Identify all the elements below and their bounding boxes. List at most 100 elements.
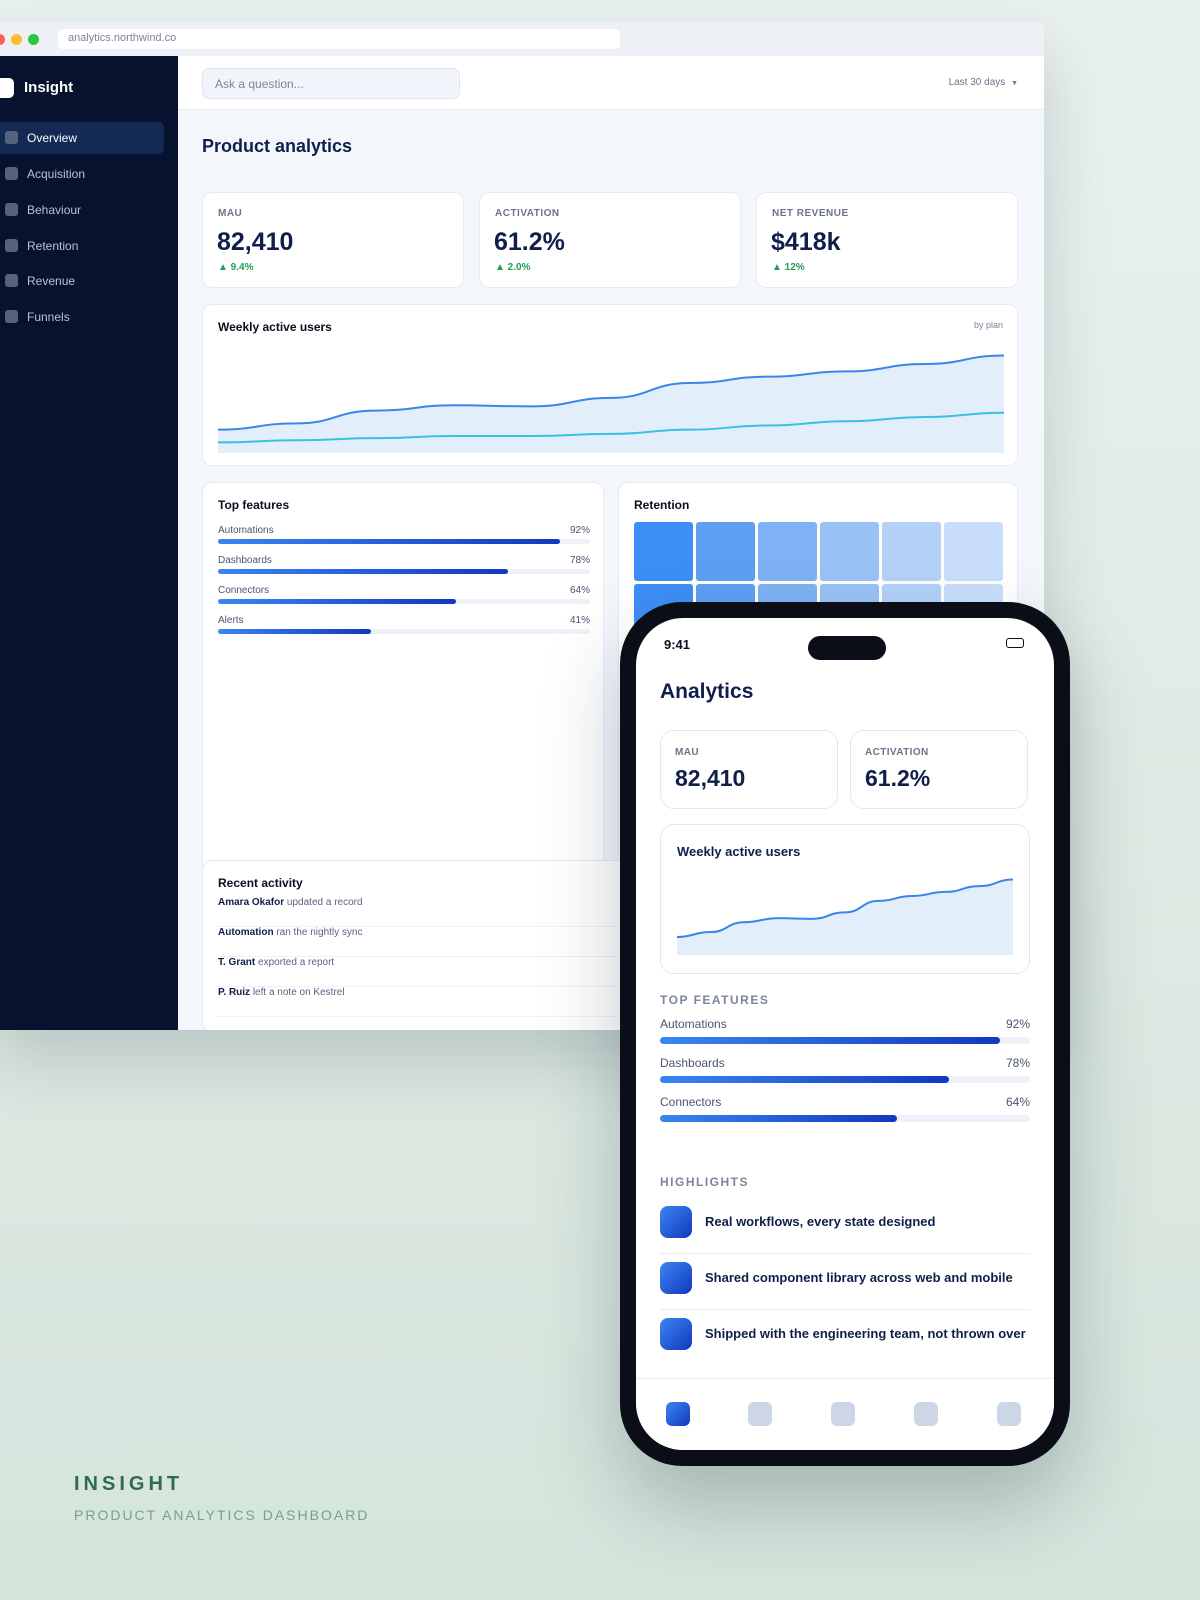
- feature-name: Dashboards: [660, 1056, 725, 1070]
- feature-bar-track: [218, 539, 590, 544]
- card-title: Retention: [634, 498, 690, 512]
- feature-bar-fill: [660, 1115, 897, 1122]
- home-tab-icon[interactable]: [666, 1402, 690, 1426]
- highlight-icon: [660, 1318, 692, 1350]
- tab-3-icon[interactable]: [831, 1402, 855, 1426]
- acquisition-icon: [5, 167, 18, 180]
- phone-title: Analytics: [660, 680, 754, 703]
- feature-bar-fill: [218, 629, 371, 634]
- wau-chart: [218, 354, 1004, 453]
- feature-bar-fill: [660, 1076, 949, 1083]
- card-title: Recent activity: [218, 876, 303, 890]
- feature-bar-track: [660, 1076, 1030, 1083]
- phone-feature-row-dashboards: Dashboards 78%: [660, 1056, 1030, 1084]
- feature-name: Automations: [660, 1017, 727, 1031]
- chart-note: by plan: [973, 320, 1003, 330]
- activity-action: left a note on Kestrel: [252, 987, 345, 998]
- brand-name: Insight: [24, 79, 74, 96]
- activity-row[interactable]: T. Grant exported a report: [218, 957, 618, 987]
- sidebar-item-overview[interactable]: Overview: [0, 122, 164, 154]
- feature-bar-track: [660, 1115, 1030, 1122]
- tab-4-icon[interactable]: [914, 1402, 938, 1426]
- activity-action: exported a report: [258, 957, 335, 968]
- phone-kpi-card-activation: ACTIVATION 61.2%: [850, 730, 1028, 809]
- funnels-icon: [5, 310, 18, 323]
- retention-cell: [882, 522, 941, 581]
- minimize-window-button[interactable]: [11, 34, 22, 45]
- highlight-icon: [660, 1206, 692, 1238]
- feature-bar-fill: [660, 1037, 1001, 1044]
- kpi-value: 82,410: [675, 765, 746, 791]
- kpi-label: ACTIVATION: [865, 747, 929, 758]
- activity-row[interactable]: Automation ran the nightly sync: [218, 927, 618, 957]
- phone-feature-row-connectors: Connectors 64%: [660, 1095, 1030, 1123]
- retention-cell: [634, 522, 693, 581]
- feature-bar-fill: [218, 599, 457, 604]
- phone-kpi-card-mau: MAU 82,410: [660, 730, 838, 809]
- activity-row[interactable]: P. Ruiz left a note on Kestrel: [218, 987, 618, 1017]
- highlight-item[interactable]: Shared component library across web and …: [660, 1254, 1030, 1310]
- url-bar[interactable]: analytics.northwind.co: [58, 29, 620, 49]
- kpi-value: $418k: [771, 228, 841, 256]
- kpi-value: 82,410: [217, 228, 294, 256]
- tab-5-icon[interactable]: [997, 1402, 1021, 1426]
- kpi-card-mau: MAU 82,410 ▲ 9.4%: [202, 192, 464, 288]
- highlight-text: Shared component library across web and …: [705, 1270, 1013, 1285]
- activity-action: ran the nightly sync: [276, 927, 363, 938]
- retention-cell: [944, 522, 1003, 581]
- retention-cell: [696, 522, 755, 581]
- battery-icon: [1006, 638, 1024, 648]
- phone-chart-card: Weekly active users: [660, 824, 1030, 974]
- kpi-delta: ▲ 2.0%: [495, 262, 531, 273]
- feature-pct: 78%: [1005, 1056, 1030, 1070]
- browser-chrome: analytics.northwind.co: [0, 22, 1044, 56]
- revenue-icon: [5, 274, 18, 287]
- kpi-card-activation: ACTIVATION 61.2% ▲ 2.0%: [479, 192, 741, 288]
- feature-row-dashboards: Dashboards 78%: [218, 555, 590, 581]
- activity-actor: P. Ruiz: [218, 987, 251, 998]
- highlight-item[interactable]: Real workflows, every state designed: [660, 1198, 1030, 1254]
- kpi-label: MAU: [218, 208, 243, 219]
- feature-name: Automations: [218, 525, 274, 536]
- phone-screen: 9:41 Analytics MAU 82,410 ACTIVATION 61.…: [636, 618, 1054, 1450]
- activity-actor: T. Grant: [218, 957, 256, 968]
- feature-pct: 41%: [569, 615, 590, 626]
- activity-actor: Automation: [218, 927, 274, 938]
- area-fill: [677, 879, 1013, 955]
- feature-pct: 92%: [1005, 1017, 1030, 1031]
- date-range-select[interactable]: Last 30 days ▼: [949, 77, 1018, 88]
- maximize-window-button[interactable]: [28, 34, 39, 45]
- tab-bar: [636, 1378, 1054, 1450]
- feature-name: Connectors: [218, 585, 270, 596]
- highlight-item[interactable]: Shipped with the engineering team, not t…: [660, 1310, 1030, 1366]
- close-window-button[interactable]: [0, 34, 5, 45]
- sidebar-item-acquisition[interactable]: Acquisition: [0, 158, 164, 190]
- status-time: 9:41: [664, 637, 691, 652]
- kpi-value: 61.2%: [865, 765, 931, 791]
- sidebar-item-label: Funnels: [27, 310, 70, 324]
- feature-row-connectors: Connectors 64%: [218, 585, 590, 611]
- caption-subtitle: PRODUCT ANALYTICS DASHBOARD: [74, 1507, 370, 1523]
- feature-name: Connectors: [660, 1095, 722, 1109]
- activity-row[interactable]: Amara Okafor updated a record: [218, 897, 618, 927]
- kpi-value: 61.2%: [494, 228, 565, 256]
- top-features-card: Top features Automations 92% Dashboards …: [202, 482, 604, 880]
- highlight-icon: [660, 1262, 692, 1294]
- highlight-text: Shipped with the engineering team, not t…: [705, 1326, 1026, 1341]
- chart-title: Weekly active users: [218, 320, 332, 334]
- feature-row-automations: Automations 92%: [218, 525, 590, 551]
- retention-icon: [5, 239, 18, 252]
- retention-cell: [820, 522, 879, 581]
- kpi-delta: ▲ 9.4%: [218, 262, 254, 273]
- sidebar-item-retention[interactable]: Retention: [0, 230, 164, 262]
- tab-2-icon[interactable]: [748, 1402, 772, 1426]
- activity-action: updated a record: [286, 897, 363, 908]
- kpi-delta: ▲ 12%: [772, 262, 805, 273]
- ask-question-input[interactable]: Ask a question...: [202, 68, 460, 99]
- sidebar-item-funnels[interactable]: Funnels: [0, 301, 164, 333]
- feature-pct: 64%: [569, 585, 590, 596]
- sidebar-item-revenue[interactable]: Revenue: [0, 265, 164, 297]
- sidebar-item-label: Revenue: [27, 274, 76, 288]
- feature-bar-track: [218, 629, 590, 634]
- sidebar-item-behaviour[interactable]: Behaviour: [0, 194, 164, 226]
